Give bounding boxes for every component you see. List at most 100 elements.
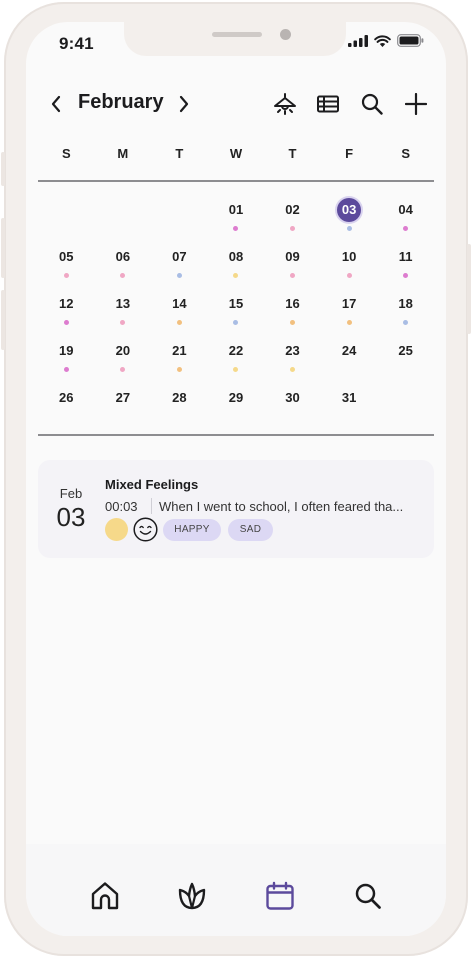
calendar-day-cell[interactable]: 01 xyxy=(208,198,265,245)
mood-dot xyxy=(233,273,239,278)
calendar-day-cell[interactable]: 08 xyxy=(208,245,265,292)
calendar-day-cell[interactable]: 27 xyxy=(95,386,152,433)
calendar-icon xyxy=(266,881,294,910)
day-number: 23 xyxy=(285,343,300,358)
search-icon xyxy=(355,883,381,909)
entry-day: 03 xyxy=(56,502,86,532)
weekday-label: T xyxy=(175,146,184,161)
calendar-day-cell[interactable]: 26 xyxy=(38,386,95,433)
tab-calendar[interactable] xyxy=(262,878,298,914)
day-number: 26 xyxy=(59,390,74,405)
mood-dot xyxy=(403,273,409,278)
calendar-day-cell[interactable]: 03 xyxy=(321,198,378,245)
lotus-icon xyxy=(178,882,206,910)
mood-tag-sad[interactable]: SAD xyxy=(228,519,273,541)
calendar-day-cell[interactable]: 14 xyxy=(151,292,208,339)
calendar-day-cell[interactable]: 31 xyxy=(321,386,378,433)
mood-dot xyxy=(63,273,69,278)
weekday-label: F xyxy=(345,146,354,161)
day-number: 21 xyxy=(172,343,187,358)
day-number: 20 xyxy=(115,343,131,358)
calendar-day-cell[interactable]: 30 xyxy=(264,386,321,433)
calendar-week-row: 26 27 28 29 30 31 xyxy=(38,386,434,433)
calendar-day-cell[interactable]: 20 xyxy=(95,339,152,386)
calendar-day-cell[interactable]: 10 xyxy=(321,245,378,292)
day-number: 29 xyxy=(228,390,244,405)
tab-mindfulness[interactable] xyxy=(174,878,210,914)
next-month-button[interactable] xyxy=(170,90,198,118)
mood-dot xyxy=(120,367,126,372)
calendar-day-cell[interactable]: 09 xyxy=(264,245,321,292)
calendar-day-cell[interactable]: 18 xyxy=(377,292,434,339)
calendar-empty-cell xyxy=(38,198,95,245)
entry-month: Feb xyxy=(59,486,83,501)
calendar-day-cell[interactable]: 28 xyxy=(151,386,208,433)
calendar-week-row: 12 13 14 15 16 17 18 xyxy=(38,292,434,339)
day-number: 07 xyxy=(172,249,187,264)
calendar-bottom-divider xyxy=(38,434,434,436)
calendar-day-cell[interactable]: 13 xyxy=(95,292,152,339)
calendar-day-cell[interactable]: 29 xyxy=(208,386,265,433)
calendar-day-cell[interactable]: 07 xyxy=(151,245,208,292)
calendar-empty-cell xyxy=(377,386,434,433)
calendar-day-cell[interactable]: 23 xyxy=(264,339,321,386)
entry-separator xyxy=(151,498,152,514)
tab-home[interactable] xyxy=(87,878,123,914)
mood-dot xyxy=(63,320,69,325)
mood-lamp-button[interactable] xyxy=(271,90,299,118)
day-number: 19 xyxy=(59,343,74,358)
day-number: 12 xyxy=(59,296,74,311)
day-number: 06 xyxy=(115,249,131,264)
calendar-day-cell[interactable]: 21 xyxy=(151,339,208,386)
mood-tag-happy[interactable]: HAPPY xyxy=(163,519,221,541)
speaker xyxy=(212,32,262,37)
day-number: 09 xyxy=(285,249,300,264)
calendar-empty-cell xyxy=(95,198,152,245)
previous-month-button[interactable] xyxy=(42,90,70,118)
volume-down-button xyxy=(1,290,5,350)
day-number: 16 xyxy=(285,296,300,311)
mood-dot xyxy=(120,273,126,278)
day-number: 11 xyxy=(398,249,413,264)
calendar-day-cell[interactable]: 11 xyxy=(377,245,434,292)
calendar-day-cell[interactable]: 15 xyxy=(208,292,265,339)
plus-icon xyxy=(405,93,427,115)
diary-entry-card[interactable]: Feb 03 Mixed Feelings 00:03 When I went … xyxy=(38,460,434,558)
add-entry-button[interactable] xyxy=(402,90,430,118)
chevron-right-icon xyxy=(179,95,189,113)
day-number: 27 xyxy=(115,390,131,405)
day-number: 08 xyxy=(228,249,244,264)
day-number: 30 xyxy=(285,390,300,405)
search-button[interactable] xyxy=(358,90,386,118)
mood-color-swatch xyxy=(105,518,128,541)
calendar-day-cell[interactable]: 17 xyxy=(321,292,378,339)
bottom-tab-bar xyxy=(26,844,446,936)
calendar-week-row: 19 20 21 22 23 24 25 xyxy=(38,339,434,386)
calendar-week-row: 01 02 03 04 xyxy=(38,198,434,245)
day-number: 04 xyxy=(398,202,413,217)
calendar-day-cell[interactable]: 04 xyxy=(377,198,434,245)
mood-dot xyxy=(233,320,239,325)
calendar-day-cell[interactable]: 02 xyxy=(264,198,321,245)
smiling-face-icon xyxy=(133,517,158,542)
calendar-day-cell[interactable]: 24 xyxy=(321,339,378,386)
calendar-day-cell[interactable]: 22 xyxy=(208,339,265,386)
calendar-day-cell[interactable]: 05 xyxy=(38,245,95,292)
day-number: 01 xyxy=(228,202,244,217)
mood-dot xyxy=(63,367,69,372)
mood-dot xyxy=(120,320,126,325)
day-number: 18 xyxy=(398,296,413,311)
calendar-day-cell[interactable]: 06 xyxy=(95,245,152,292)
mood-dot xyxy=(346,320,352,325)
tab-search[interactable] xyxy=(350,878,386,914)
camera xyxy=(280,29,291,40)
weekday-label: S xyxy=(61,146,71,161)
list-view-button[interactable] xyxy=(314,90,342,118)
mood-dot xyxy=(403,226,409,231)
calendar-day-cell[interactable]: 16 xyxy=(264,292,321,339)
calendar-day-cell[interactable]: 19 xyxy=(38,339,95,386)
calendar-day-cell[interactable]: 12 xyxy=(38,292,95,339)
mood-dot xyxy=(346,273,352,278)
weekday-label: W xyxy=(229,146,243,161)
calendar-day-cell[interactable]: 25 xyxy=(377,339,434,386)
